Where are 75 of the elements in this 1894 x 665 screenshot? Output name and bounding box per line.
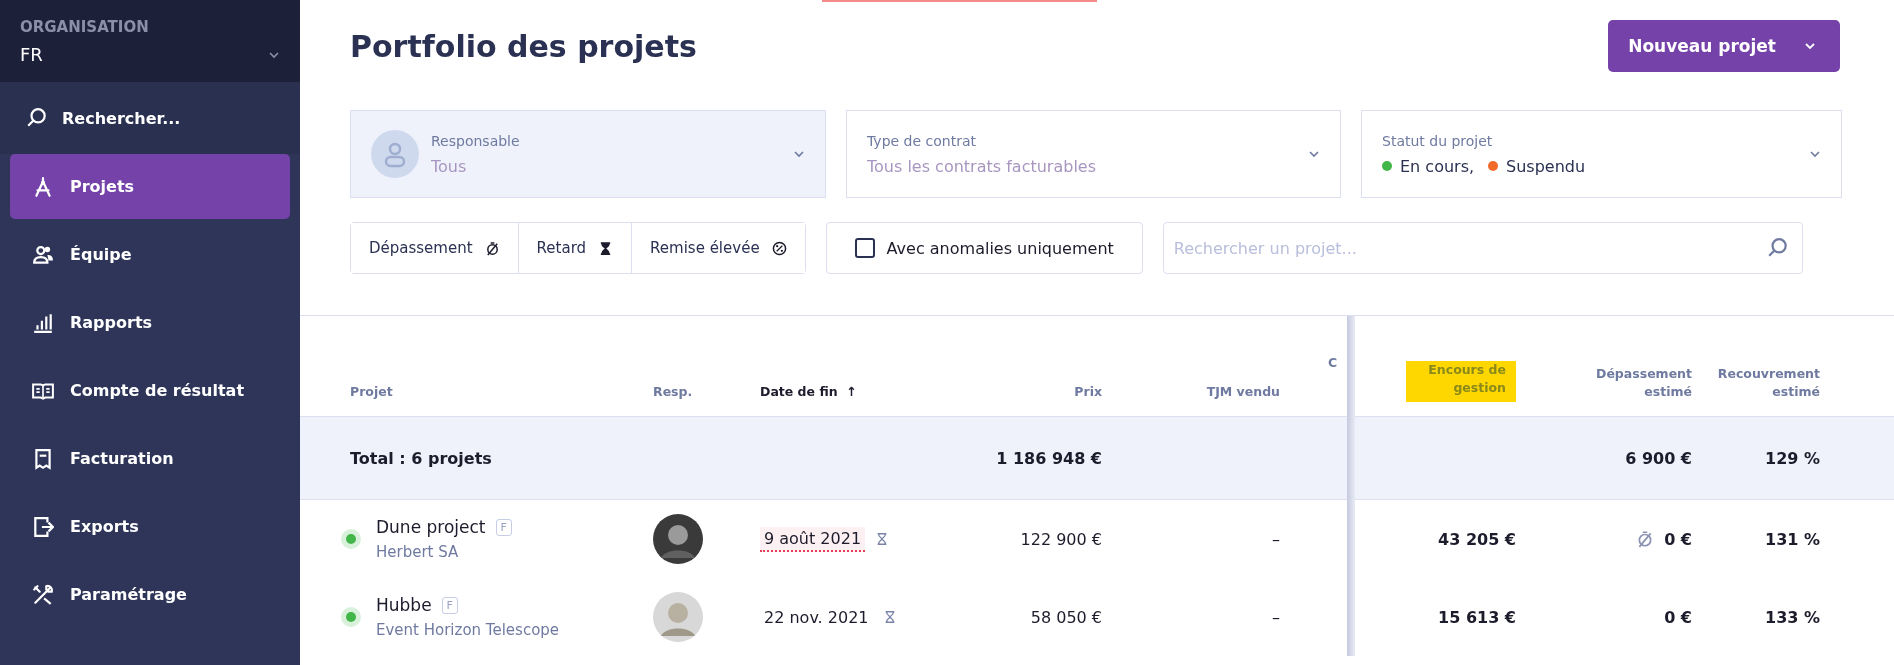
contract-badge: F — [441, 596, 458, 614]
search-icon — [26, 107, 48, 129]
table-cell: 15 613 € — [1438, 607, 1516, 627]
crossed-stopwatch-icon — [484, 240, 500, 256]
search-label: Rechercher... — [62, 108, 181, 128]
table-cell: – — [1272, 529, 1280, 549]
filter-label: Type de contrat — [867, 132, 977, 149]
organisation-label: ORGANISATION — [20, 18, 150, 36]
table-cell: 0 € — [1664, 607, 1692, 627]
table-cell: 133 % — [1765, 607, 1820, 627]
column-header[interactable]: Dépassement estimé — [1572, 364, 1692, 402]
table-cell: – — [1272, 607, 1280, 627]
client-name: Event Horizon Telescope — [376, 621, 560, 639]
filter-dropdown[interactable]: Type de contrat Tous les contrats facturables — [846, 110, 1341, 198]
organisation-value: FR — [20, 44, 43, 65]
chevron-down-icon — [1804, 42, 1816, 50]
checkbox-label: Avec anomalies uniquement — [886, 238, 1114, 258]
user-icon — [371, 130, 419, 178]
receipt-icon — [32, 447, 54, 470]
new-project-button[interactable]: Nouveau projet — [1608, 20, 1840, 72]
column-header[interactable]: Recouvrement estimé — [1700, 364, 1820, 402]
filter-label: Responsable — [431, 132, 521, 149]
project-name[interactable]: Hubbe — [376, 595, 432, 615]
chevron-down-icon — [1308, 150, 1320, 158]
table-cell: 129 % — [1765, 448, 1820, 468]
nav-item[interactable]: Projets — [10, 154, 290, 219]
chevron-down-icon — [793, 150, 805, 158]
table-cell: 131 % — [1765, 529, 1820, 549]
checkbox[interactable] — [854, 238, 875, 258]
table-cell: 1 186 948 € — [996, 448, 1102, 468]
anomalies-checkbox[interactable]: Avec anomalies uniquement — [825, 222, 1143, 274]
table-cell: 6 900 € — [1625, 448, 1692, 468]
table-cell: 43 205 € — [1438, 529, 1516, 549]
filter-dropdown[interactable]: Statut du projet En cours, Suspendu — [1361, 110, 1842, 198]
table-cell: 0 € — [1664, 529, 1692, 549]
nav-item[interactable]: Exports — [10, 494, 290, 559]
column-header[interactable]: C — [1328, 354, 1338, 373]
client-name: Herbert SA — [376, 543, 459, 561]
organisation-selector[interactable]: ORGANISATION FR — [0, 0, 300, 82]
export-icon — [32, 515, 54, 538]
project-search-field[interactable]: Rechercher un projet... — [1162, 222, 1803, 274]
nav-item[interactable]: Paramétrage — [10, 562, 290, 627]
page-title: Portfolio des projets — [350, 28, 697, 64]
tools-icon — [32, 583, 54, 606]
table-cell: 58 050 € — [1030, 607, 1102, 627]
total-label: Total : 6 projets — [350, 448, 492, 468]
end-date: 9 août 2021 — [760, 526, 866, 552]
filter-dropdown[interactable]: Responsable Tous — [350, 110, 826, 198]
nav-item[interactable]: Rapports — [10, 290, 290, 355]
end-date: 22 nov. 2021 — [763, 606, 870, 629]
nav-item[interactable]: Équipe — [10, 222, 290, 287]
filter-label: Statut du projet — [1382, 132, 1494, 149]
filter-value: Tous — [431, 156, 468, 176]
table-cell: 122 900 € — [1020, 529, 1102, 549]
status-label: En cours, — [1400, 156, 1475, 176]
compass-icon — [32, 175, 54, 198]
search-icon — [1766, 237, 1789, 259]
nav-item[interactable]: Compte de résultat — [10, 358, 290, 423]
status-label: Suspendu — [1506, 156, 1586, 176]
column-header[interactable]: TJM vendu — [1206, 383, 1280, 402]
contract-badge: F — [495, 518, 512, 536]
discount-icon — [771, 240, 787, 256]
chevron-down-icon — [1809, 150, 1821, 158]
chevron-down-icon — [268, 50, 280, 59]
column-header[interactable]: Projet — [350, 383, 393, 402]
column-header[interactable]: Resp. — [653, 383, 693, 402]
column-header[interactable]: Prix — [1074, 383, 1102, 402]
filter-toggle-button[interactable]: Dépassement — [351, 223, 519, 273]
nav-item[interactable]: Facturation — [10, 426, 290, 491]
search-bar[interactable]: Rechercher... — [0, 82, 300, 154]
project-name[interactable]: Dune project — [376, 517, 486, 537]
team-icon — [32, 243, 54, 266]
bar-chart-icon — [32, 311, 54, 334]
filter-value: Tous les contrats facturables — [867, 156, 1097, 176]
column-header[interactable]: Date de fin ↑ — [760, 383, 857, 402]
